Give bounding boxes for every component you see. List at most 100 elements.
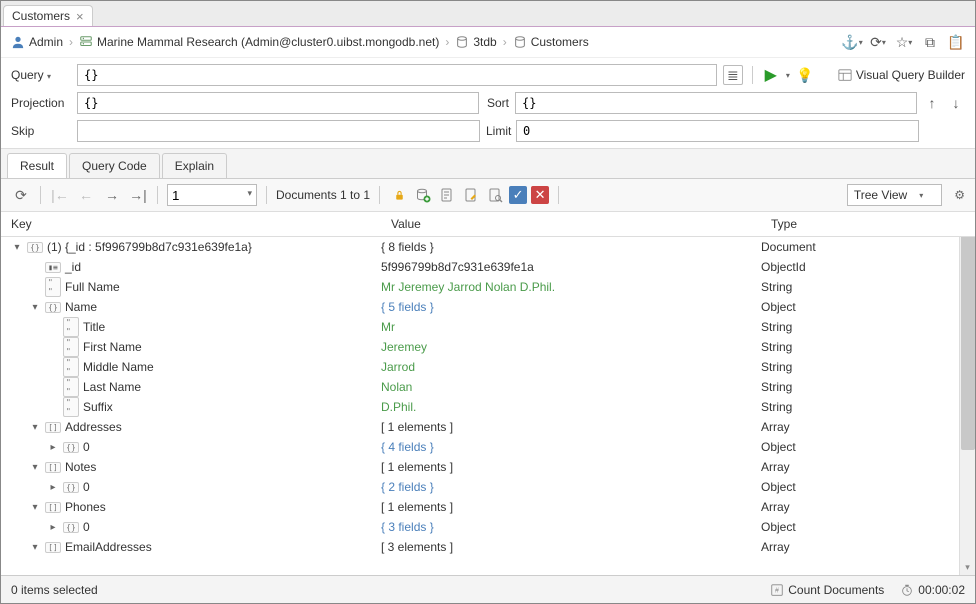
field-type: String: [761, 380, 792, 394]
caret-down-icon[interactable]: ▾: [29, 462, 41, 473]
tree-row[interactable]: ▾[]EmailAddresses[ 3 elements ]Array: [1, 537, 975, 557]
scroll-down-icon[interactable]: ▾: [960, 559, 975, 575]
search-document-icon[interactable]: [485, 186, 505, 204]
sort-input[interactable]: [515, 92, 917, 114]
lock-icon[interactable]: [389, 186, 409, 204]
caret-down-icon[interactable]: ▾: [29, 502, 41, 513]
clock-icon: [900, 583, 914, 597]
breadcrumb-database[interactable]: 3tdb: [455, 35, 496, 49]
field-key: 0: [83, 480, 90, 494]
page-input[interactable]: [167, 184, 257, 206]
field-key: First Name: [83, 340, 142, 354]
check-icon[interactable]: ✓: [509, 186, 527, 204]
field-key: Notes: [65, 460, 96, 474]
limit-label: Limit: [486, 124, 510, 138]
chevron-right-icon: ›: [67, 35, 75, 49]
query-input[interactable]: [77, 64, 717, 86]
play-icon[interactable]: ▶: [762, 66, 780, 84]
tree-row[interactable]: " "First NameJeremeyString: [1, 337, 975, 357]
last-page-icon[interactable]: →|: [128, 185, 148, 205]
field-type: Object: [761, 520, 796, 534]
field-value: 5f996799b8d7c931e639fe1a: [381, 260, 534, 274]
field-key: Full Name: [65, 280, 120, 294]
tab-bar: Customers ×: [1, 1, 975, 27]
view-mode-select[interactable]: Tree View ▾: [847, 184, 942, 206]
tree-row[interactable]: ▮≡_id5f996799b8d7c931e639fe1aObjectId: [1, 257, 975, 277]
prev-page-icon[interactable]: ←: [76, 185, 96, 205]
tree-row[interactable]: ▾{}(1) {_id : 5f996799b8d7c931e639fe1a}{…: [1, 237, 975, 257]
field-key: Name: [65, 300, 97, 314]
add-document-icon[interactable]: [413, 186, 433, 204]
tree-row[interactable]: ▸{}0{ 4 fields }Object: [1, 437, 975, 457]
result-nav-bar: ⟳ |← ← → →| Documents 1 to 1 ✓ ✕ Tree Vi…: [1, 179, 975, 212]
anchor-icon[interactable]: ⚓▾: [843, 33, 861, 51]
edit-document-icon[interactable]: [461, 186, 481, 204]
tree-row[interactable]: ▸{}0{ 3 fields }Object: [1, 517, 975, 537]
limit-input[interactable]: [516, 120, 919, 142]
tree-row[interactable]: ▾[]Phones[ 1 elements ]Array: [1, 497, 975, 517]
tree-row[interactable]: " "SuffixD.Phil.String: [1, 397, 975, 417]
caret-down-icon[interactable]: ▾: [29, 542, 41, 553]
breadcrumb-collection[interactable]: Customers: [513, 35, 589, 49]
vertical-scrollbar[interactable]: ▴ ▾: [959, 212, 975, 575]
tree-row[interactable]: ▾{}Name{ 5 fields }Object: [1, 297, 975, 317]
delete-icon[interactable]: ✕: [531, 186, 549, 204]
first-page-icon[interactable]: |←: [50, 185, 70, 205]
paste-icon[interactable]: 📋: [947, 33, 965, 51]
tab-explain[interactable]: Explain: [162, 153, 227, 178]
gear-icon[interactable]: ⚙: [954, 188, 965, 202]
field-key: 0: [83, 520, 90, 534]
tab-customers[interactable]: Customers ×: [3, 5, 93, 26]
scroll-thumb[interactable]: [961, 230, 975, 450]
count-icon: #: [770, 583, 784, 597]
refresh-icon[interactable]: ⟳: [11, 185, 31, 205]
field-value: [ 3 elements ]: [381, 540, 453, 554]
tree-row[interactable]: " "Full NameMr Jeremey Jarrod Nolan D.Ph…: [1, 277, 975, 297]
tree-row[interactable]: " "TitleMrString: [1, 317, 975, 337]
tree-row[interactable]: ▸{}0{ 2 fields }Object: [1, 477, 975, 497]
field-type-icon: " ": [63, 360, 79, 374]
caret-right-icon[interactable]: ▸: [47, 442, 59, 453]
visual-query-builder-button[interactable]: Visual Query Builder: [838, 68, 965, 82]
next-page-icon[interactable]: →: [102, 185, 122, 205]
tree-row[interactable]: ▾[]Addresses[ 1 elements ]Array: [1, 417, 975, 437]
field-type-icon: " ": [63, 400, 79, 414]
tab-query-code[interactable]: Query Code: [69, 153, 160, 178]
skip-input[interactable]: [77, 120, 480, 142]
col-type[interactable]: Type: [761, 212, 975, 236]
caret-right-icon[interactable]: ▸: [47, 522, 59, 533]
tree-row[interactable]: " "Last NameNolanString: [1, 377, 975, 397]
breadcrumb-connection[interactable]: Marine Mammal Research (Admin@cluster0.u…: [79, 35, 439, 49]
field-type: Array: [761, 540, 790, 554]
caret-down-icon[interactable]: ▾: [29, 422, 41, 433]
star-icon[interactable]: ☆▾: [895, 33, 913, 51]
field-type-icon: {}: [27, 240, 43, 254]
doc-count-label: Documents 1 to 1: [276, 188, 370, 202]
chevron-down-icon[interactable]: ▾: [47, 72, 51, 81]
view-document-icon[interactable]: [437, 186, 457, 204]
caret-down-icon[interactable]: ▾: [29, 302, 41, 313]
query-history-icon[interactable]: ≣: [723, 65, 743, 85]
projection-input[interactable]: [77, 92, 479, 114]
bulb-icon[interactable]: 💡: [796, 66, 814, 84]
caret-right-icon[interactable]: ▸: [47, 482, 59, 493]
caret-down-icon[interactable]: ▾: [11, 242, 23, 253]
field-type-icon: []: [45, 460, 61, 474]
result-tree: Key Value Type ▾{}(1) {_id : 5f996799b8d…: [1, 212, 975, 575]
close-icon[interactable]: ×: [76, 9, 84, 24]
sort-asc-icon[interactable]: ↑: [923, 94, 941, 112]
refresh-icon[interactable]: ⟳▾: [869, 33, 887, 51]
breadcrumb-user[interactable]: Admin: [11, 35, 63, 49]
field-value: { 2 fields }: [381, 480, 434, 494]
sort-desc-icon[interactable]: ↓: [947, 94, 965, 112]
col-value[interactable]: Value: [381, 212, 761, 236]
col-key[interactable]: Key: [1, 212, 381, 236]
field-value: [ 1 elements ]: [381, 420, 453, 434]
tree-row[interactable]: " "Middle NameJarrodString: [1, 357, 975, 377]
query-label: Query ▾: [11, 68, 71, 82]
tab-result[interactable]: Result: [7, 153, 67, 178]
count-documents-button[interactable]: # Count Documents: [770, 583, 884, 597]
field-key: EmailAddresses: [65, 540, 152, 554]
copy-icon[interactable]: ⧉: [921, 33, 939, 51]
tree-row[interactable]: ▾[]Notes[ 1 elements ]Array: [1, 457, 975, 477]
